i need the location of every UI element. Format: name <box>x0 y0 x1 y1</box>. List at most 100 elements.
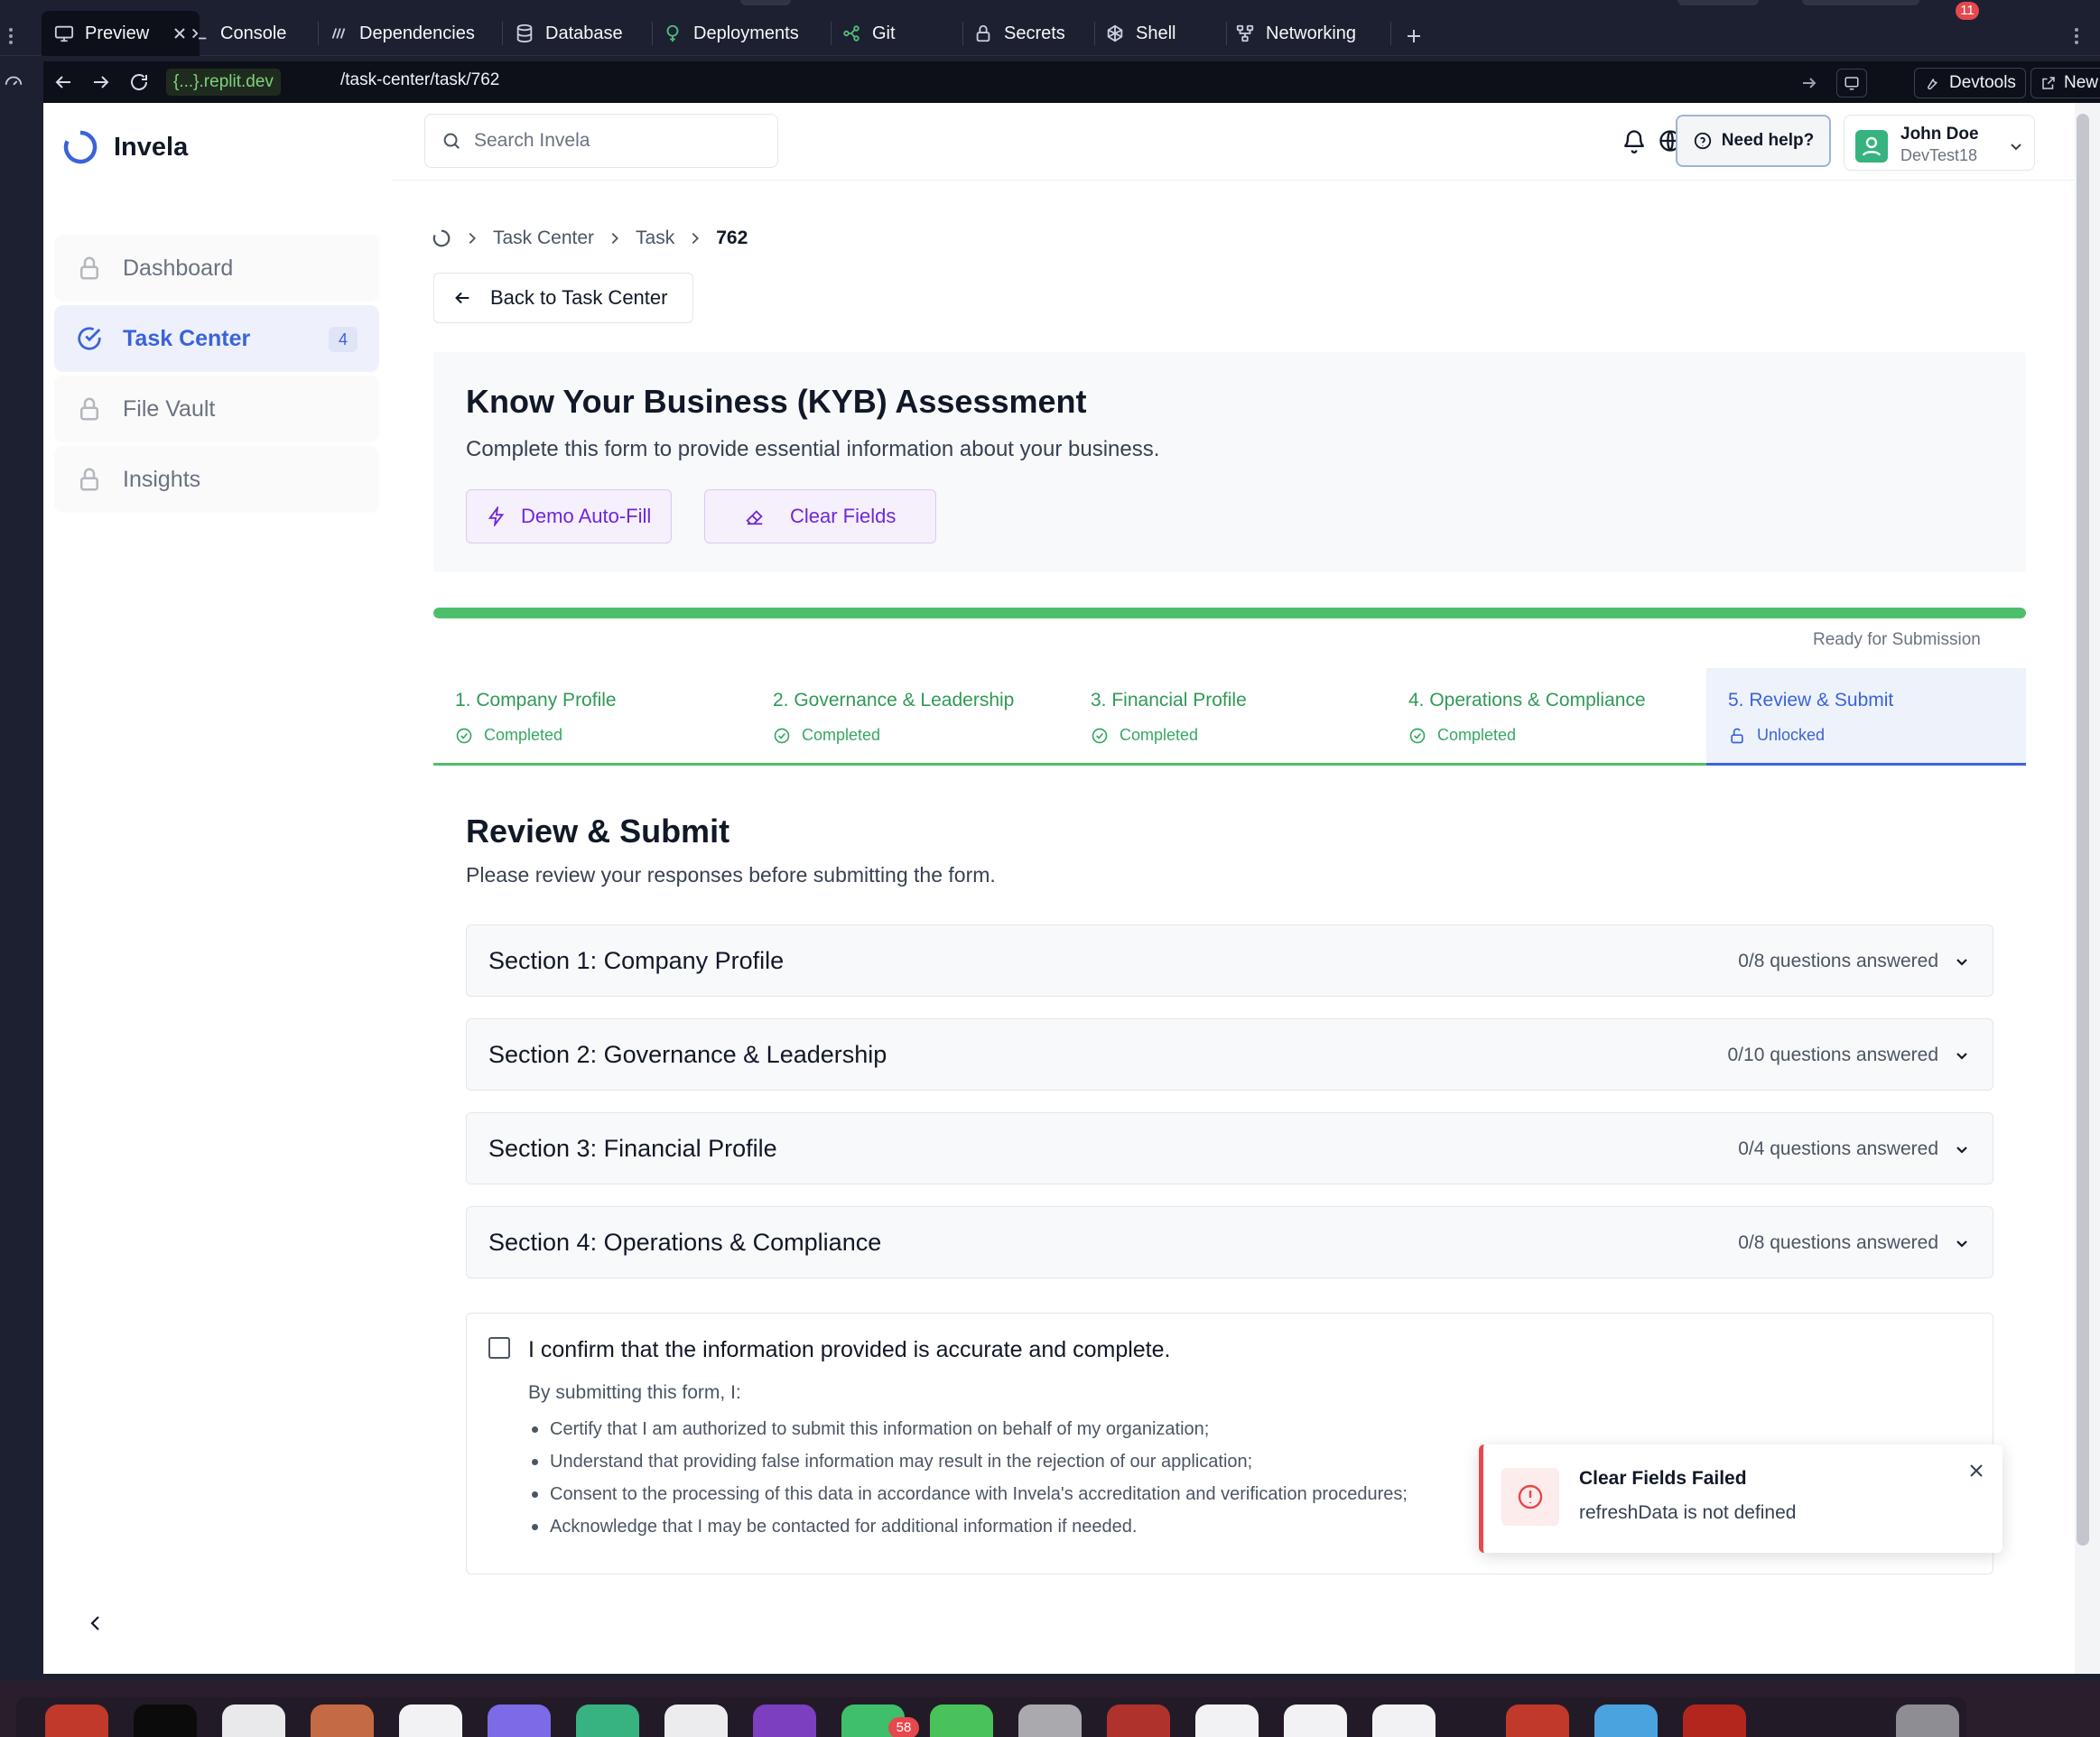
chevron-right-icon <box>687 230 703 246</box>
dock-app-icon[interactable] <box>1195 1704 1259 1737</box>
search-input[interactable]: Search Invela <box>424 114 778 168</box>
tab-review-submit[interactable]: 5. Review & Submit Unlocked <box>1706 668 2026 766</box>
add-tab-icon[interactable] <box>1405 27 1423 45</box>
sidebar-item-insights[interactable]: Insights <box>54 446 379 513</box>
sidebar-item-task-center[interactable]: Task Center 4 <box>54 305 379 372</box>
tab-database[interactable]: Database <box>515 11 623 56</box>
clear-fields-button[interactable]: Clear Fields <box>704 489 937 543</box>
dock-app-icon[interactable] <box>664 1704 728 1737</box>
arrow-left-icon <box>452 288 472 308</box>
tab-divider <box>1390 22 1391 45</box>
url-path[interactable]: /task-center/task/762 <box>340 70 499 90</box>
tab-preview[interactable]: Preview <box>42 11 200 56</box>
tab-console[interactable]: Console <box>190 11 286 56</box>
invela-logo-icon <box>63 130 98 164</box>
confirm-label[interactable]: I confirm that the information provided … <box>528 1337 1170 1363</box>
dock-app-icon[interactable] <box>1506 1704 1569 1737</box>
step-status: Completed <box>455 726 562 745</box>
accordion-section-1[interactable]: Section 1: Company Profile 0/8 questions… <box>466 924 1993 997</box>
dock-app-icon[interactable] <box>930 1704 993 1737</box>
devtools-badge: 11 <box>1956 2 1979 20</box>
dock-app-icon[interactable] <box>399 1704 462 1737</box>
tab-financial-profile[interactable]: 3. Financial Profile Completed <box>1069 668 1387 766</box>
dock-app-icon[interactable] <box>1284 1704 1347 1737</box>
sidebar-item-file-vault[interactable]: File Vault <box>54 376 379 442</box>
close-icon[interactable] <box>1966 1461 1986 1481</box>
tab-label: Networking <box>1266 23 1357 43</box>
step-label: 2. Governance & Leadership <box>773 690 1015 711</box>
open-arrow-icon[interactable] <box>1800 74 1818 92</box>
forward-arrow-icon[interactable] <box>90 71 112 93</box>
dock-app-icon[interactable] <box>45 1704 108 1737</box>
page-subtitle: Complete this form to provide essential … <box>466 437 1160 461</box>
tab-networking[interactable]: Networking <box>1235 11 1356 56</box>
dock-app-icon[interactable] <box>1018 1704 1082 1737</box>
tab-governance-leadership[interactable]: 2. Governance & Leadership Completed <box>751 668 1069 766</box>
sidebar-item-dashboard[interactable]: Dashboard <box>54 235 379 302</box>
lock-icon <box>76 466 103 493</box>
dock-app-icon[interactable] <box>1594 1704 1658 1737</box>
accordion-section-4[interactable]: Section 4: Operations & Compliance 0/8 q… <box>466 1206 1993 1278</box>
kebab-menu-icon[interactable] <box>2069 25 2084 47</box>
new-tab-button[interactable]: New tab <box>2030 68 2100 121</box>
devtools-button[interactable]: Devtools <box>1914 68 2026 98</box>
kebab-menu-icon[interactable] <box>4 25 18 47</box>
tab-divider <box>502 22 503 45</box>
tab-label: Shell <box>1136 23 1176 43</box>
tab-deployments[interactable]: Deployments <box>663 11 799 56</box>
git-branch-icon <box>841 23 861 43</box>
tab-git[interactable]: Git <box>841 11 896 56</box>
list-item: Certify that I am authorized to submit t… <box>528 1413 1408 1445</box>
dock-app-icon[interactable] <box>311 1704 374 1737</box>
brand-logo[interactable]: Invela <box>63 130 188 164</box>
bell-icon[interactable] <box>1621 128 1647 153</box>
breadcrumb-current: 762 <box>716 228 748 248</box>
scrollbar-thumb[interactable] <box>2077 114 2089 1546</box>
tab-divider <box>1094 22 1095 45</box>
accordion-section-2[interactable]: Section 2: Governance & Leadership 0/10 … <box>466 1018 1993 1091</box>
devtools-label: Devtools <box>1949 73 2016 92</box>
collapse-sidebar-icon[interactable] <box>85 1612 107 1634</box>
dock-notification-badge: 58 <box>888 1717 919 1737</box>
answered-count: 0/8 questions answered <box>1738 951 1938 971</box>
gauge-icon <box>4 72 23 92</box>
demo-autofill-button[interactable]: Demo Auto-Fill <box>466 489 673 543</box>
database-icon <box>515 23 534 43</box>
back-arrow-icon[interactable] <box>52 71 74 93</box>
breadcrumb-task[interactable]: Task <box>636 228 674 249</box>
accordion-section-3[interactable]: Section 3: Financial Profile 0/4 questio… <box>466 1112 1993 1184</box>
clear-fields-label: Clear Fields <box>790 505 897 527</box>
dock-app-icon[interactable] <box>134 1704 197 1737</box>
reload-icon[interactable] <box>128 71 150 93</box>
tab-label: Secrets <box>1004 23 1065 43</box>
tab-company-profile[interactable]: 1. Company Profile Completed <box>433 668 751 766</box>
tab-shell[interactable]: Shell <box>1105 11 1175 56</box>
dock-app-icon[interactable] <box>488 1704 551 1737</box>
url-domain[interactable]: {...}.replit.dev <box>166 69 281 96</box>
dock-app-icon[interactable] <box>753 1704 816 1737</box>
dock-app-icon[interactable] <box>1107 1704 1170 1737</box>
user-menu-button[interactable]: John Doe DevTest18 <box>1844 115 2035 171</box>
tab-dependencies[interactable]: Dependencies <box>329 11 475 56</box>
close-icon[interactable] <box>172 26 187 41</box>
toast-message: refreshData is not defined <box>1579 1502 1797 1523</box>
dock-app-icon[interactable] <box>576 1704 639 1737</box>
breadcrumb-task-center[interactable]: Task Center <box>493 228 594 249</box>
home-loader-icon[interactable] <box>432 228 451 248</box>
dock-app-icon[interactable] <box>222 1704 285 1737</box>
dock-app-icon[interactable] <box>1372 1704 1436 1737</box>
dock-app-icon[interactable] <box>1683 1704 1746 1737</box>
progress-bar <box>433 608 2026 618</box>
confirm-list: Certify that I am authorized to submit t… <box>528 1413 1408 1543</box>
confirm-checkbox[interactable] <box>488 1337 510 1359</box>
breadcrumb: Task Center Task 762 <box>432 228 748 249</box>
tab-operations-compliance[interactable]: 4. Operations & Compliance Completed <box>1387 668 1706 766</box>
screen-icon[interactable] <box>1836 69 1867 98</box>
dock-app-icon[interactable] <box>1896 1704 1959 1737</box>
wrench-icon <box>1924 75 1940 91</box>
tab-secrets[interactable]: Secrets <box>973 11 1065 56</box>
avatar <box>1855 130 1888 163</box>
back-to-task-center-button[interactable]: Back to Task Center <box>433 273 693 323</box>
answered-count: 0/8 questions answered <box>1738 1232 1938 1253</box>
need-help-button[interactable]: Need help? <box>1676 115 1831 167</box>
